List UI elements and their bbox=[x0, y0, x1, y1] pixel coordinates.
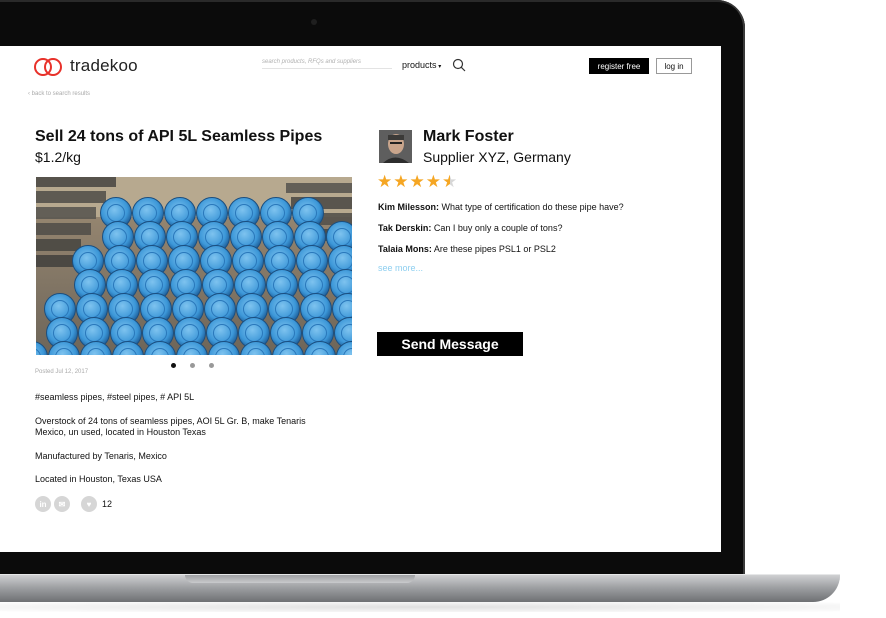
star-icon: ★ bbox=[409, 172, 425, 191]
comment-text: Are these pipes PSL1 or PSL2 bbox=[431, 244, 556, 254]
logo-icon bbox=[34, 57, 66, 76]
listing-tags: #seamless pipes, #steel pipes, # API 5L bbox=[35, 392, 195, 402]
carousel-dot[interactable] bbox=[209, 363, 214, 368]
heart-icon[interactable]: ♥ bbox=[81, 496, 97, 512]
laptop-base bbox=[0, 575, 840, 602]
comment-author: Kim Milesson: bbox=[378, 202, 440, 212]
star-icon: ★ bbox=[425, 172, 441, 191]
location-text: Located in Houston, Texas USA bbox=[35, 474, 162, 484]
avatar-image bbox=[379, 130, 412, 163]
avatar[interactable] bbox=[379, 130, 412, 163]
webcam bbox=[311, 19, 317, 25]
products-dropdown[interactable]: products ▾ bbox=[402, 60, 441, 70]
login-button[interactable]: log in bbox=[656, 58, 692, 74]
products-label: products bbox=[402, 60, 437, 70]
posted-date: Posted Jul 12, 2017 bbox=[35, 369, 89, 375]
seller-rating: ★ ★ ★ ★ ★ bbox=[377, 173, 457, 190]
comment-author: Tak Derskin: bbox=[378, 223, 432, 233]
carousel-dot[interactable] bbox=[171, 363, 176, 368]
social-actions: in ✉ ♥ 12 bbox=[35, 496, 112, 512]
product-photo[interactable] bbox=[36, 177, 352, 355]
carousel-dot[interactable] bbox=[190, 363, 195, 368]
half-star-icon: ★ bbox=[442, 172, 458, 191]
listing-title: Sell 24 tons of API 5L Seamless Pipes bbox=[35, 128, 323, 145]
comment-text: Can I buy only a couple of tons? bbox=[431, 223, 563, 233]
seller-name[interactable]: Mark Foster bbox=[423, 128, 514, 146]
comment-text: What type of certification do these pipe… bbox=[439, 202, 624, 212]
carousel-dots bbox=[171, 363, 214, 368]
send-message-button[interactable]: Send Message bbox=[377, 332, 523, 356]
tradekoo-logo[interactable]: tradekoo bbox=[34, 56, 138, 76]
back-to-results-link[interactable]: ‹ back to search results bbox=[28, 91, 90, 97]
laptop-notch bbox=[185, 575, 415, 583]
comment: Kim Milesson: What type of certification… bbox=[378, 202, 624, 212]
browser-screen: tradekoo search products, RFQs and suppl… bbox=[0, 46, 721, 552]
see-more-link[interactable]: see more... bbox=[378, 263, 423, 273]
caret-down-icon: ▾ bbox=[436, 64, 442, 70]
email-icon[interactable]: ✉ bbox=[54, 496, 70, 512]
logo-text: tradekoo bbox=[70, 56, 138, 75]
pipes-image bbox=[36, 177, 352, 355]
like-count: 12 bbox=[102, 499, 113, 509]
comment-author: Talaia Mons: bbox=[378, 244, 432, 254]
listing-description: Overstock of 24 tons of seamless pipes, … bbox=[35, 416, 306, 437]
linkedin-icon[interactable]: in bbox=[35, 496, 51, 512]
seller-company: Supplier XYZ, Germany bbox=[423, 149, 571, 165]
comment: Tak Derskin: Can I buy only a couple of … bbox=[378, 223, 562, 233]
manufacturer-text: Manufactured by Tenaris, Mexico bbox=[35, 451, 167, 461]
register-button[interactable]: register free bbox=[589, 58, 649, 74]
search-input[interactable]: search products, RFQs and suppliers bbox=[262, 59, 392, 69]
search-icon[interactable] bbox=[452, 58, 466, 72]
listing-price: $1.2/kg bbox=[35, 149, 81, 165]
comment: Talaia Mons: Are these pipes PSL1 or PSL… bbox=[378, 244, 556, 254]
star-icon: ★ bbox=[393, 172, 409, 191]
laptop-shadow bbox=[0, 602, 840, 612]
star-icon: ★ bbox=[377, 172, 393, 191]
